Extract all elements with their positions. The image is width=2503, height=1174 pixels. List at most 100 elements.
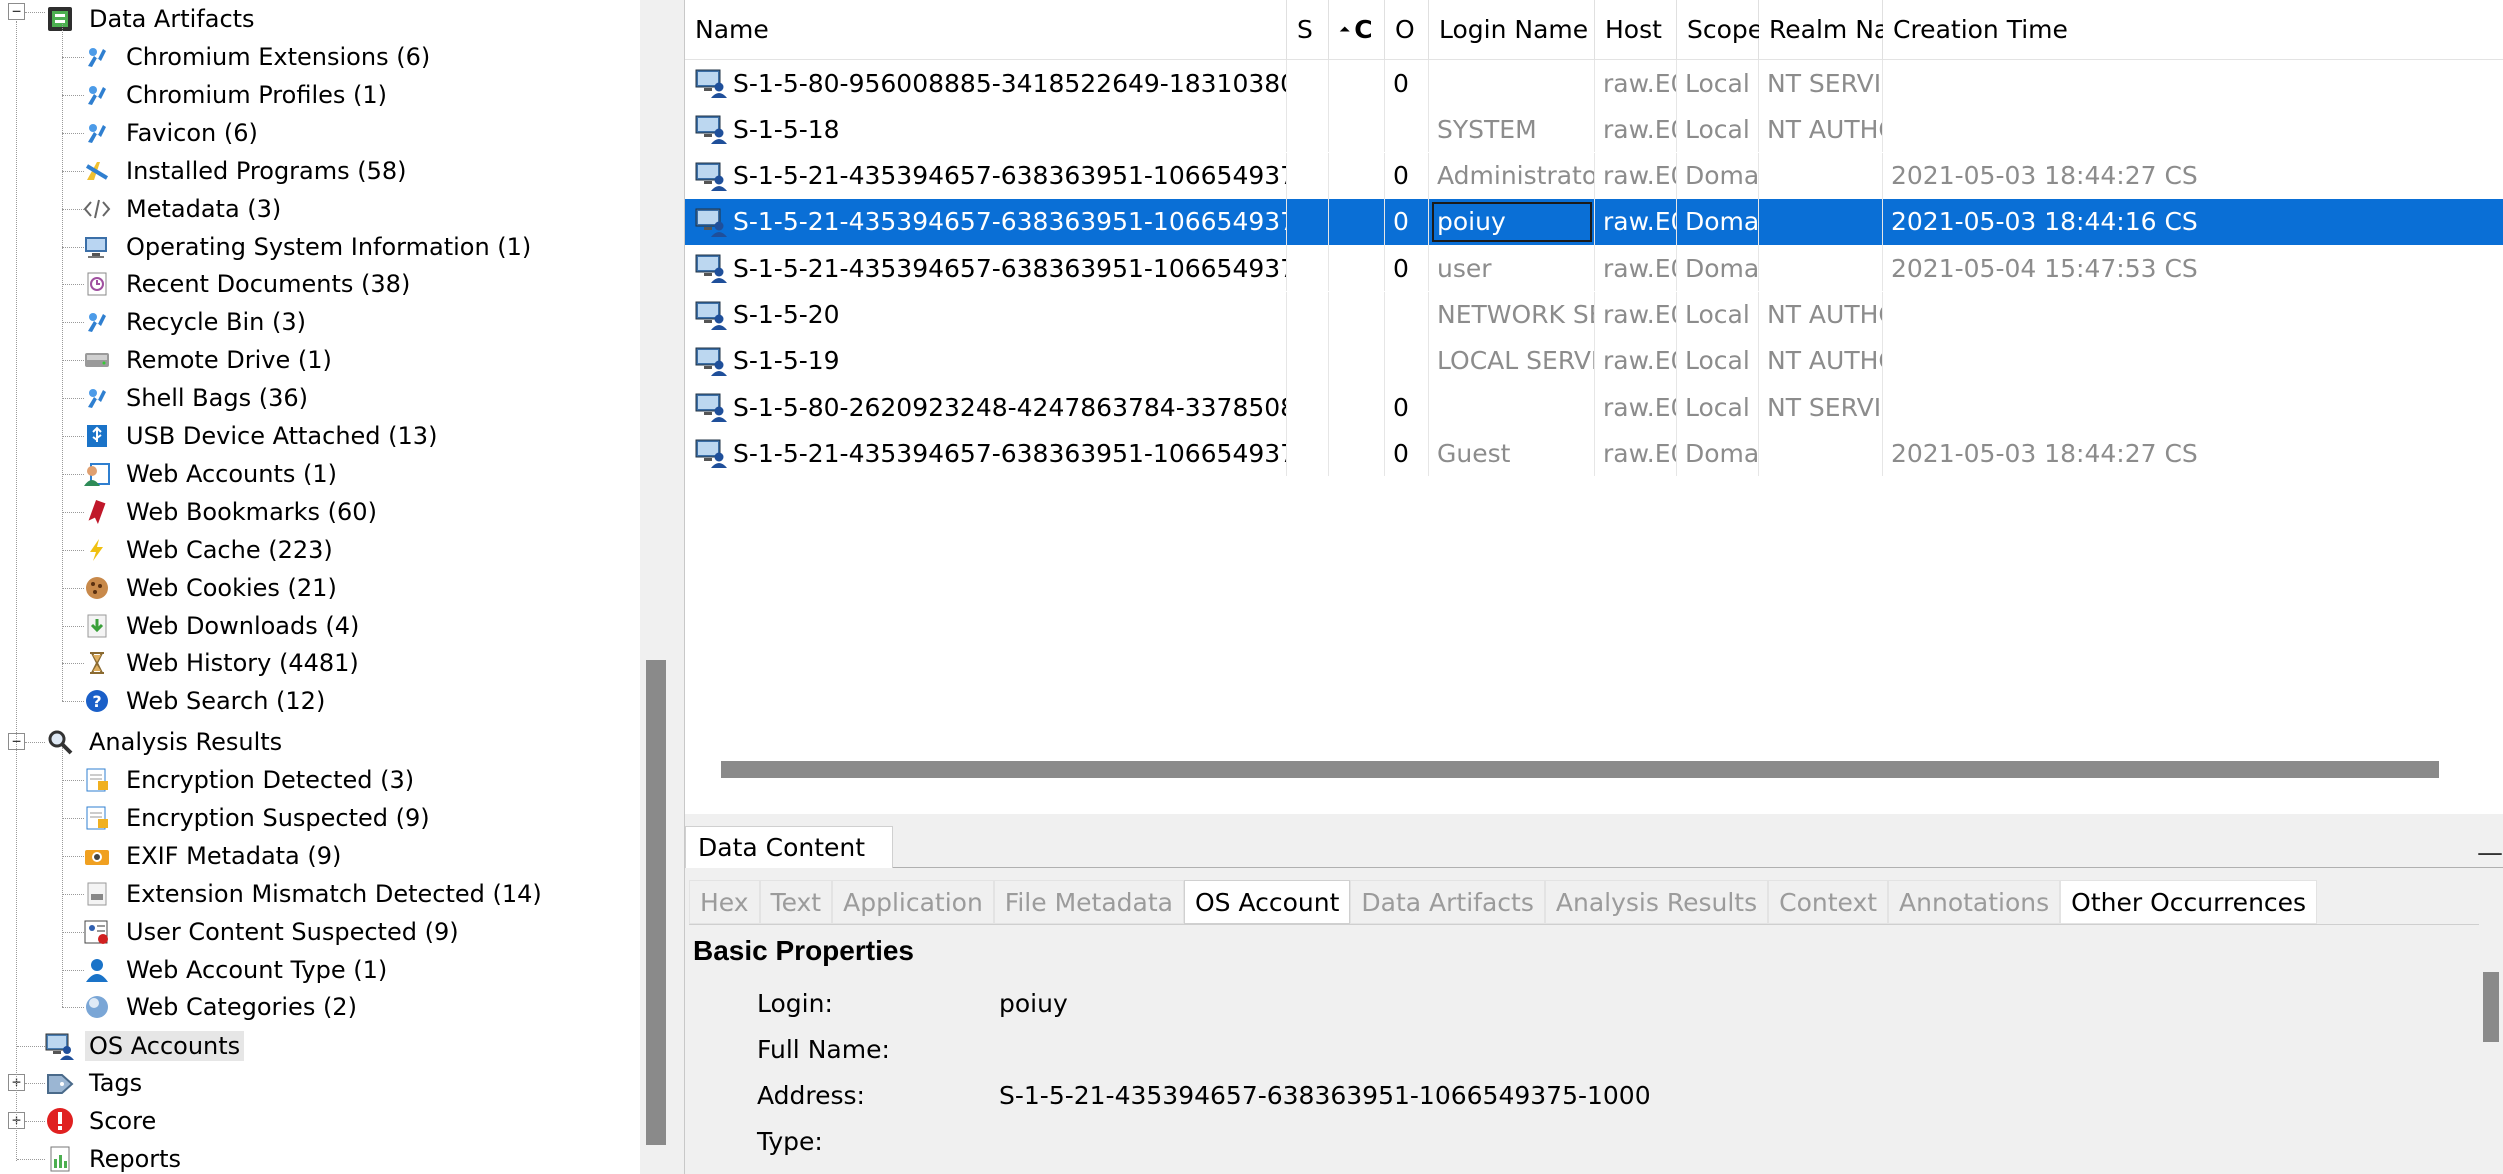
cell-c	[1329, 430, 1385, 477]
tree-node-analysis-result[interactable]: Encryption Detected (3)	[82, 761, 418, 799]
table-row[interactable]: S-1-5-21-435394657-638363951-1066549375-…	[685, 198, 2503, 245]
tree-node-data-artifact[interactable]: Recent Documents (38)	[82, 265, 414, 303]
cell-text: 2021-05-03 18:44:27 CS	[1891, 438, 2198, 468]
tab-annotations[interactable]: Annotations	[1888, 880, 2061, 924]
tree-node-data-artifact[interactable]: Metadata (3)	[82, 190, 285, 228]
cell-text: Domain	[1685, 161, 1759, 191]
column-header-scope[interactable]: Scope	[1677, 0, 1763, 60]
tree-node-data-artifact[interactable]: Installed Programs (58)	[82, 152, 411, 190]
tree-node-data-artifact[interactable]: Web History (4481)	[82, 644, 363, 682]
svg-text:?: ?	[92, 692, 101, 711]
table-row[interactable]: S-1-5-18 SYSTEM raw.E01_... Local NT AUTHORI…	[685, 106, 2503, 153]
tree-node-data-artifact[interactable]: Web Cache (223)	[82, 531, 337, 569]
tree-node-analysis-result[interactable]: Web Categories (2)	[82, 988, 361, 1026]
tab-data-artifacts[interactable]: Data Artifacts	[1350, 880, 1545, 924]
tree-node-analysis-result[interactable]: Encryption Suspected (9)	[82, 799, 434, 837]
tree-node-data-artifact[interactable]: Chromium Extensions (6)	[82, 38, 434, 76]
cell-realm: NT SERVICE	[1759, 384, 1883, 431]
column-header-s[interactable]: S	[1287, 0, 1329, 60]
horizontal-scrollbar-thumb[interactable]	[721, 761, 2439, 778]
property-key: Login:	[757, 988, 833, 1018]
tab-hex[interactable]: Hex	[689, 880, 760, 924]
tab-other-occurrences[interactable]: Other Occurrences	[2060, 880, 2318, 924]
tab-application[interactable]: Application	[832, 880, 994, 924]
cookie-icon	[82, 573, 112, 603]
tab-context[interactable]: Context	[1768, 880, 1889, 924]
tree-scrollbar-thumb[interactable]	[646, 660, 666, 1145]
tab-analysis-results[interactable]: Analysis Results	[1544, 880, 1769, 924]
tree-node-os-accounts[interactable]: OS Accounts	[45, 1027, 245, 1065]
tree-node-tags[interactable]: Tags	[45, 1064, 146, 1102]
cell-text: 2021-05-04 15:47:53 CS	[1891, 253, 2198, 283]
results-table: Name S ⏶ C O Login Name Host Scope Realm Name Cre…	[684, 0, 2503, 814]
cell-created: 2021-05-04 15:47:53 CS	[1883, 245, 2503, 291]
column-header-o[interactable]: O	[1385, 0, 1429, 60]
property-row: Address: S-1-5-21-435394657-638363951-106…	[757, 1076, 1651, 1116]
tree-node-label: Web Search (12)	[126, 687, 326, 716]
tree-node-analysis-result[interactable]: EXIF Metadata (9)	[82, 837, 345, 875]
collapse-data-artifacts-toggle[interactable]: −	[8, 3, 25, 20]
tree-node-data-artifact[interactable]: ? Web Search (12)	[82, 682, 329, 720]
properties-vertical-scrollbar[interactable]	[2479, 924, 2503, 1174]
table-row[interactable]: S-1-5-80-956008885-3418522649-1831038044…	[685, 60, 2503, 106]
blue-puzzle-icon	[82, 383, 112, 413]
cell-name: S-1-5-21-435394657-638363951-1066549375-…	[685, 245, 1287, 292]
cell-host: raw.E01_...	[1595, 430, 1677, 477]
cell-text: raw.E01_...	[1603, 438, 1676, 468]
tree-node-label: Recent Documents (38)	[126, 270, 411, 299]
tree-node-score[interactable]: Score	[45, 1102, 160, 1140]
tree-node-data-artifact[interactable]: Shell Bags (36)	[82, 379, 312, 417]
tree-node-data-artifact[interactable]: Remote Drive (1)	[82, 341, 336, 379]
tab-file-metadata[interactable]: File Metadata	[993, 880, 1184, 924]
column-header-name[interactable]: Name	[685, 0, 1287, 60]
table-row[interactable]: S-1-5-21-435394657-638363951-1066549375-…	[685, 245, 2503, 292]
column-header-login[interactable]: Login Name	[1429, 0, 1595, 60]
tree-node-data-artifacts[interactable]: Data Artifacts	[45, 0, 259, 38]
cell-text: raw.E01_...	[1603, 68, 1676, 98]
tree-node-analysis-result[interactable]: Web Account Type (1)	[82, 951, 391, 989]
results-pane: Name S ⏶ C O Login Name Host Scope Realm Name Cre…	[684, 0, 2503, 1174]
tree-node-data-artifact[interactable]: Web Bookmarks (60)	[82, 493, 381, 531]
tree-node-analysis-results[interactable]: Analysis Results	[45, 723, 286, 761]
tree-node-data-artifact[interactable]: Operating System Information (1)	[82, 228, 535, 266]
cell-text: S-1-5-21-435394657-638363951-1066549375-…	[733, 253, 1287, 283]
tree-node-data-artifact[interactable]: Recycle Bin (3)	[82, 303, 310, 341]
table-row[interactable]: S-1-5-21-435394657-638363951-1066549375-…	[685, 430, 2503, 477]
vertical-scrollbar-thumb[interactable]	[2483, 972, 2499, 1042]
column-header-created[interactable]: Creation Time	[1883, 0, 2503, 60]
cell-created	[1883, 338, 2503, 384]
lightning-icon	[82, 535, 112, 565]
table-row[interactable]: S-1-5-21-435394657-638363951-1066549375-…	[685, 152, 2503, 199]
table-row[interactable]: S-1-5-80-2620923248-4247863784-337850818…	[685, 384, 2503, 431]
installer-icon	[82, 156, 112, 186]
tab-text[interactable]: Text	[759, 880, 833, 924]
tree-node-analysis-result[interactable]: Extension Mismatch Detected (14)	[82, 875, 546, 913]
panel-splitter[interactable]	[640, 0, 684, 1174]
tree-node-data-artifact[interactable]: Chromium Profiles (1)	[82, 76, 391, 114]
table-row[interactable]: S-1-5-19 LOCAL SERVICE raw.E01_... Local NT …	[685, 337, 2503, 384]
tree-node-data-artifact[interactable]: Web Accounts (1)	[82, 455, 341, 493]
tree-node-label: Chromium Extensions (6)	[126, 43, 431, 71]
tree-node-data-artifact[interactable]: Favicon (6)	[82, 114, 262, 152]
cell-text: Local	[1685, 68, 1750, 98]
os-account-icon	[685, 391, 733, 423]
cell-name: S-1-5-80-2620923248-4247863784-337850818	[685, 384, 1287, 431]
tree-node-label: USB Device Attached (13)	[126, 422, 438, 450]
minimize-button[interactable]: —	[2477, 838, 2503, 868]
cell-realm	[1759, 245, 1883, 292]
table-horizontal-scrollbar[interactable]	[685, 752, 2503, 782]
column-header-c[interactable]: ⏶ C	[1329, 0, 1385, 60]
tree-node-data-artifact[interactable]: Web Downloads (4)	[82, 607, 363, 645]
data-content-tab[interactable]: Data Content	[685, 826, 893, 868]
tab-os-account[interactable]: OS Account	[1183, 880, 1351, 924]
column-header-realm[interactable]: Realm Name	[1759, 0, 1929, 60]
table-row[interactable]: S-1-5-20 NETWORK SERVICE raw.E01_... Local N…	[685, 291, 2503, 338]
tree-node-analysis-result[interactable]: User Content Suspected (9)	[82, 913, 463, 951]
cell-c	[1329, 384, 1385, 431]
tree-node-reports[interactable]: Reports	[45, 1140, 185, 1174]
tree-node-data-artifact[interactable]: USB Device Attached (13)	[82, 417, 441, 455]
column-header-host[interactable]: Host	[1595, 0, 1677, 60]
tree-node-label: User Content Suspected (9)	[126, 917, 459, 946]
tree-node-data-artifact[interactable]: Web Cookies (21)	[82, 569, 341, 607]
cell-text: Local	[1685, 300, 1750, 329]
